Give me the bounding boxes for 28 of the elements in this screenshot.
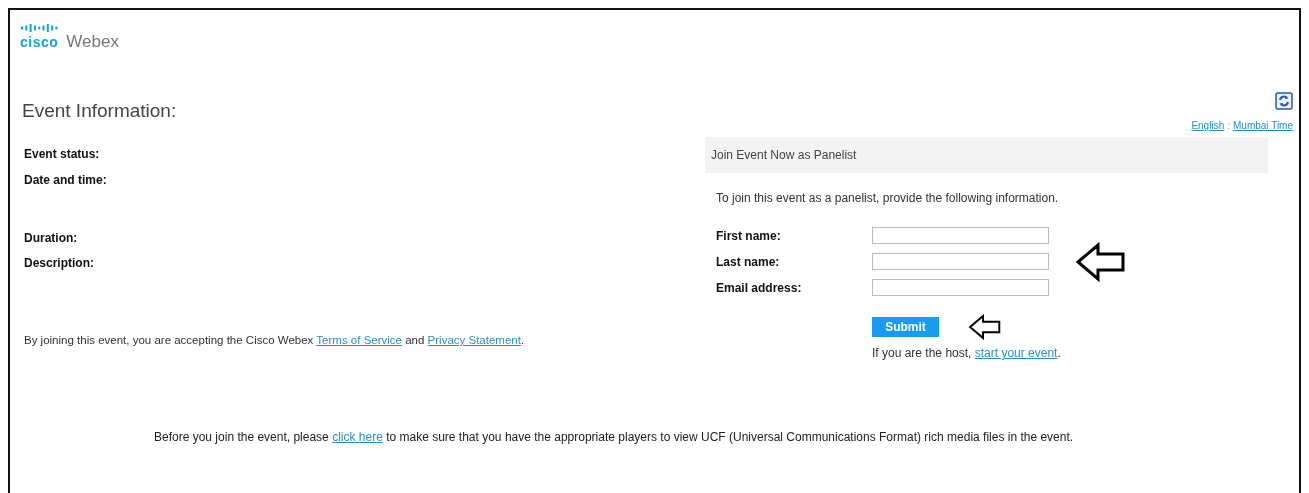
logo-product-name: Webex	[66, 32, 119, 52]
left-arrow-icon	[1075, 241, 1127, 282]
field-label: Description:	[24, 256, 95, 270]
panel-header: Join Event Now as Panelist	[705, 137, 1268, 173]
input-field[interactable]	[872, 227, 1049, 244]
field-label: Duration:	[24, 231, 79, 245]
host-note: If you are the host, start your event.	[872, 346, 1062, 360]
locale-link[interactable]: Mumbai Time	[1233, 120, 1293, 131]
field-label: Date and time:	[24, 173, 108, 187]
form-label: Email address:	[716, 280, 803, 295]
left-arrow-icon	[967, 314, 1003, 340]
form-label: First name:	[716, 228, 782, 243]
input-field[interactable]	[872, 253, 1049, 270]
policy-link[interactable]: Privacy Statement	[427, 334, 521, 346]
policy-link[interactable]: Terms of Service	[316, 334, 402, 346]
submit-button[interactable]: Submit	[872, 317, 939, 337]
logo-wordmark: cisco	[20, 34, 59, 50]
check-players-link[interactable]: click here	[332, 430, 383, 444]
refresh-icon[interactable]	[1275, 92, 1293, 110]
field-label: Event status:	[24, 147, 101, 161]
terms-notice: By joining this event, you are accepting the Cisco Webex Terms of Service and Privacy Statement.	[24, 334, 526, 347]
input-field[interactable]	[872, 279, 1049, 296]
separator: :	[1227, 120, 1230, 131]
players-note: Before you join the event, please click here to make sure that you have the appropriate players to view UCF (Universal Communications Format) rich media files in the event.	[154, 430, 1075, 445]
page-title: Event Information:	[22, 100, 177, 122]
panel-intro: To join this event as a panelist, provide the following information.	[716, 191, 1060, 205]
locale-link[interactable]: English	[1191, 120, 1225, 131]
form-label: Last name:	[716, 254, 781, 269]
